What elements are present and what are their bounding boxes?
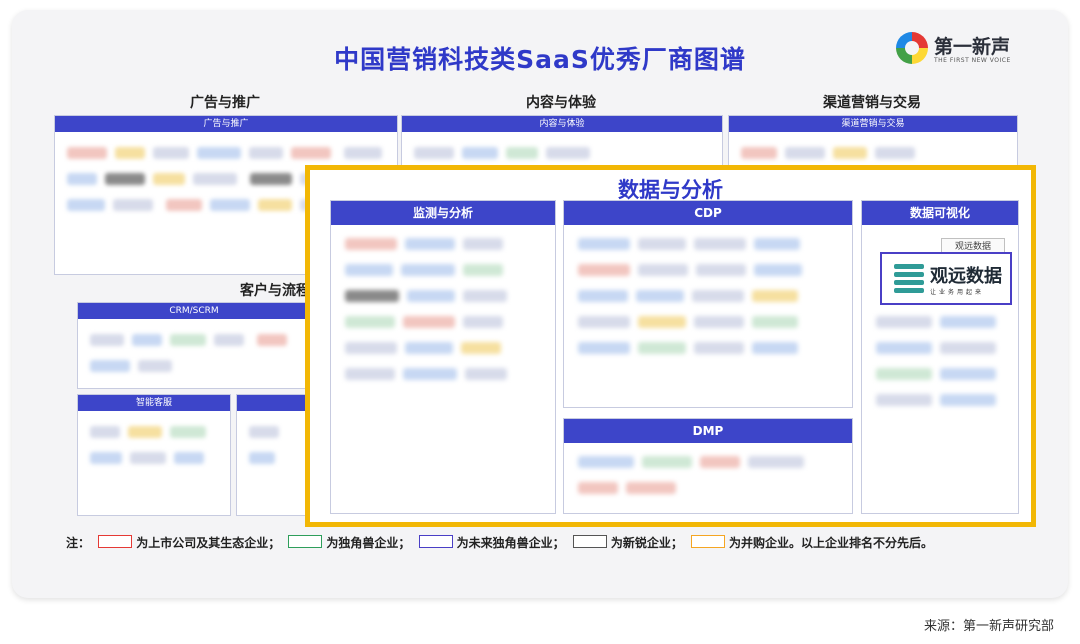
- panel-bar-dmp: DMP: [564, 419, 852, 443]
- legend: 注： 为上市公司及其生态企业； 为独角兽企业； 为未来独角兽企业； 为新锐企业；…: [66, 534, 933, 551]
- panel-bar-service: 智能客服: [78, 395, 230, 411]
- blurred-logos: [410, 142, 714, 163]
- legend-prefix: 注：: [66, 536, 91, 550]
- blurred-logos: [737, 142, 1009, 163]
- blurred-logos: [872, 311, 1008, 503]
- logo-name: 第一新声: [934, 36, 1011, 58]
- legend-swatch-future-unicorn: [418, 535, 453, 548]
- legend-label-listed: 为上市公司及其生态企业；: [136, 536, 281, 550]
- panel-bar-viz: 数据可视化: [862, 201, 1018, 225]
- panel-bar-ad: 广告与推广: [55, 116, 397, 132]
- source-note: 来源：第一新声研究部: [923, 619, 1054, 634]
- logo-tagline: THE FIRST NEW VOICE: [934, 57, 1011, 64]
- logo-mark-icon: [896, 32, 928, 64]
- guanyuan-name: 观远数据: [930, 266, 1002, 287]
- panel-bar-cdp: CDP: [564, 201, 852, 225]
- section-heading-content: 内容与体验: [526, 95, 596, 111]
- panel-channel: 渠道营销与交易: [728, 115, 1018, 172]
- panel-bar-monitor: 监测与分析: [331, 201, 555, 225]
- section-heading-ad: 广告与推广: [190, 95, 260, 111]
- legend-swatch-listed: [98, 535, 133, 548]
- panel-bar-channel: 渠道营销与交易: [729, 116, 1017, 132]
- panel-content: 内容与体验: [401, 115, 723, 172]
- legend-label-emerging: 为新锐企业；: [610, 536, 683, 550]
- legend-label-acquired: 为并购企业。以上企业排名不分先后。: [729, 536, 934, 550]
- legend-label-future-unicorn: 为未来独角兽企业；: [456, 536, 565, 550]
- panel-dmp: DMP: [563, 418, 853, 514]
- section-heading-channel: 渠道营销与交易: [823, 95, 921, 111]
- logo: 第一新声 THE FIRST NEW VOICE: [896, 30, 1036, 70]
- blurred-logos: [574, 233, 842, 397]
- panel-service: 智能客服: [77, 394, 231, 516]
- blurred-logos: [574, 451, 842, 503]
- blurred-logos: [341, 233, 545, 503]
- blurred-logos: [86, 421, 222, 507]
- guanyuan-logo-icon: [894, 264, 924, 294]
- guanyuan-logo-box: 观远数据 让业务用起来: [880, 252, 1012, 305]
- panel-cdp: CDP: [563, 200, 853, 408]
- panel-service-2: [236, 394, 306, 516]
- legend-swatch-emerging: [572, 535, 607, 548]
- blurred-logos: [245, 421, 297, 507]
- panel-bar-service-2: [237, 395, 305, 411]
- panel-monitor: 监测与分析: [330, 200, 556, 514]
- legend-swatch-unicorn: [288, 535, 323, 548]
- legend-swatch-acquired: [691, 535, 726, 548]
- panel-crm: CRM/SCRM: [77, 302, 311, 389]
- guanyuan-slogan: 让业务用起来: [930, 289, 985, 296]
- panel-bar-crm: CRM/SCRM: [78, 303, 310, 319]
- blurred-logos: [86, 329, 302, 380]
- legend-label-unicorn: 为独角兽企业；: [326, 536, 411, 550]
- data-analysis-highlight: 数据与分析 监测与分析 CDP DMP 数据可视化: [305, 165, 1036, 527]
- panel-bar-content: 内容与体验: [402, 116, 722, 132]
